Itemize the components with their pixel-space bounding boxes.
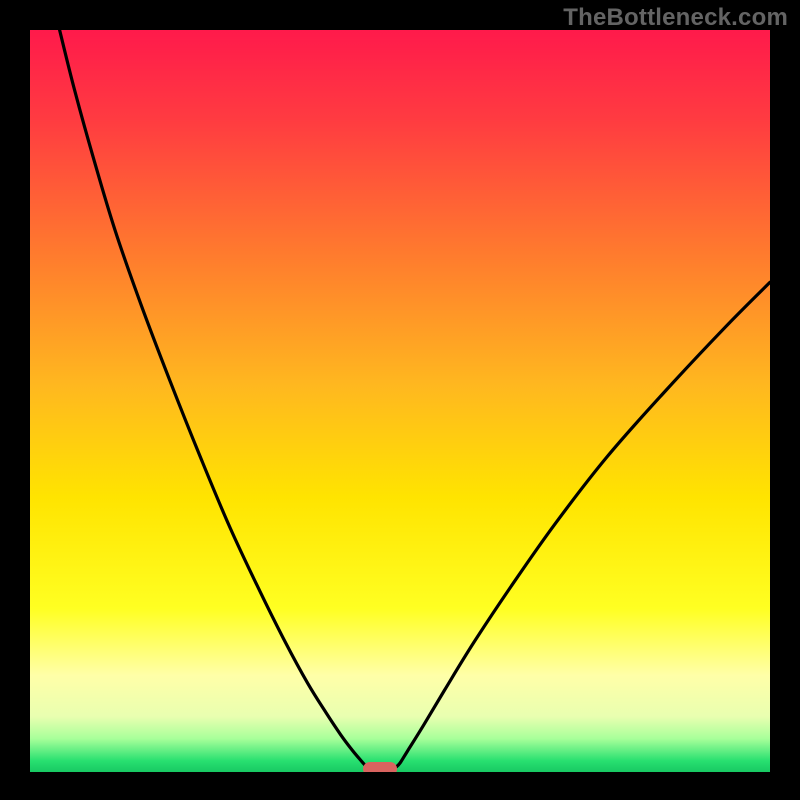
chart-background [30, 30, 770, 772]
bottleneck-chart [0, 0, 800, 800]
watermark-text: TheBottleneck.com [563, 4, 788, 32]
